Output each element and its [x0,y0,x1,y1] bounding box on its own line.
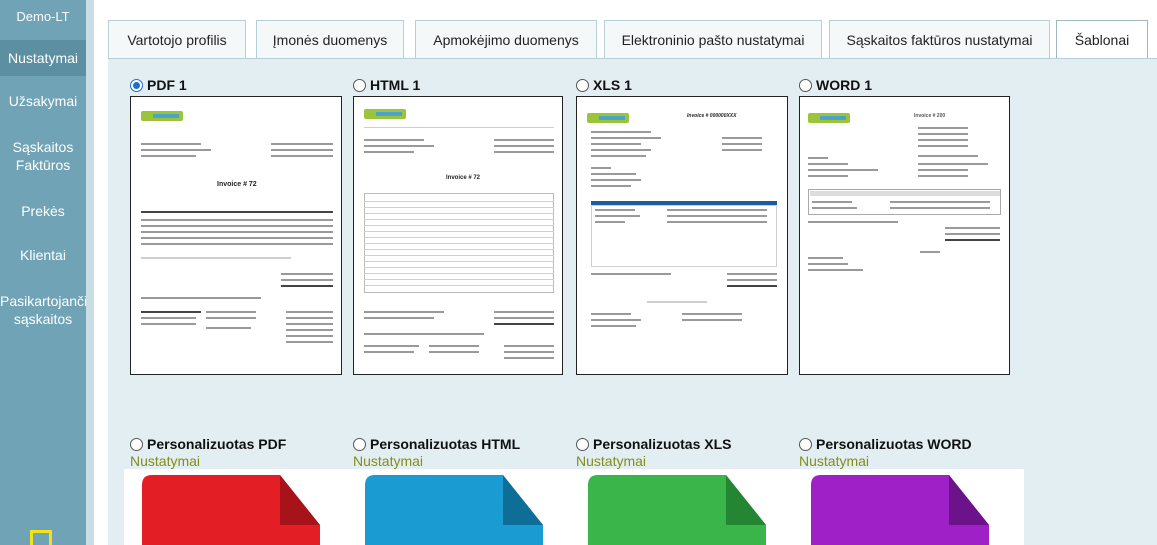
sidebar-item-recurring[interactable]: Pasikartojanči sąskaitos [0,292,86,328]
inv24-logo [587,113,629,123]
sidebar-item-invoices[interactable]: Sąskaitos Faktūros [0,138,86,174]
inv24-logo [141,111,183,121]
custom-preview-html[interactable] [353,473,543,545]
sidebar-item-clients[interactable]: Klientai [0,246,86,264]
sidebar-item-settings[interactable]: Nustatymai [0,40,86,76]
custom-settings-link-html[interactable]: Nustatymai [353,453,423,469]
file-xls-icon [588,475,766,545]
template-preview-html[interactable]: Invoice # 72 [353,96,563,375]
tab-company-data[interactable]: Įmonės duomenys [256,20,404,58]
custom-option-xls: Personalizuotas XLS [576,435,731,453]
template-radio-word[interactable] [799,78,812,92]
sidebar-divider [86,0,94,545]
template-preview-word[interactable]: Invoice # 200 [799,96,1010,375]
custom-settings-link-xls[interactable]: Nustatymai [576,453,646,469]
tab-email-settings[interactable]: Elektroninio pašto nustatymai [604,20,822,58]
file-html-icon [365,475,543,545]
template-label-html: HTML 1 [370,77,421,93]
custom-preview-pdf[interactable] [130,473,320,545]
template-preview-pdf[interactable]: Invoice # 72 [130,96,342,375]
template-radio-html[interactable] [353,78,366,92]
sidebar-brand[interactable]: Demo-LT [0,0,86,30]
inv24-logo [808,113,850,123]
template-option-word: WORD 1 Invoice # 200 [799,76,1010,375]
templates-panel: PDF 1 Invoice # 72 HTML 1 Invoice # 72 X… [108,59,1157,545]
custom-settings-link-pdf[interactable]: Nustatymai [130,453,200,469]
custom-option-pdf: Personalizuotas PDF [130,435,286,453]
template-option-xls: XLS 1 Invoice # 000000XXX [576,76,788,375]
custom-settings-link-word[interactable]: Nustatymai [799,453,869,469]
custom-option-word: Personalizuotas WORD [799,435,972,453]
invoice-title: Invoice # 000000XXX [687,113,737,119]
tab-invoice-settings[interactable]: Sąskaitos faktūros nustatymai [829,20,1050,58]
sidebar-item-products[interactable]: Prekės [0,202,86,220]
file-word-icon [811,475,989,545]
app-window: Demo-LT Nustatymai Užsakymai Sąskaitos F… [0,0,1157,545]
custom-radio-pdf[interactable] [130,437,143,451]
sidebar-item-invoices-label: Sąskaitos Faktūros [12,139,74,173]
template-radio-pdf[interactable] [130,78,143,92]
main-content: Vartotojo profilis Įmonės duomenys Apmok… [94,0,1157,545]
sidebar: Demo-LT Nustatymai Užsakymai Sąskaitos F… [0,0,86,545]
invoice-title: Invoice # 72 [217,181,257,188]
file-pdf-icon [142,475,320,545]
tab-payment-data[interactable]: Apmokėjimo duomenys [415,20,597,58]
invoice-title: Invoice # 200 [914,113,946,119]
custom-label-xls: Personalizuotas XLS [593,436,732,452]
inv24-logo [364,109,406,119]
logout-icon[interactable] [30,530,52,545]
custom-preview-word[interactable] [799,473,989,545]
custom-label-pdf: Personalizuotas PDF [147,436,287,452]
template-label-xls: XLS 1 [593,77,632,93]
custom-option-html: Personalizuotas HTML [353,435,520,453]
sidebar-item-recurring-label: Pasikartojanči sąskaitos [0,293,86,327]
sidebar-item-orders[interactable]: Užsakymai [0,92,86,110]
template-radio-xls[interactable] [576,78,589,92]
template-label-pdf: PDF 1 [147,77,187,93]
template-option-html: HTML 1 Invoice # 72 [353,76,563,375]
custom-radio-word[interactable] [799,437,812,451]
custom-radio-html[interactable] [353,437,366,451]
custom-preview-xls[interactable] [576,473,766,545]
template-label-word: WORD 1 [816,77,872,93]
custom-radio-xls[interactable] [576,437,589,451]
custom-label-html: Personalizuotas HTML [370,436,521,452]
tab-user-profile[interactable]: Vartotojo profilis [108,20,246,58]
invoice-title: Invoice # 72 [446,175,481,181]
custom-label-word: Personalizuotas WORD [816,436,972,452]
tab-templates[interactable]: Šablonai [1056,20,1148,60]
template-option-pdf: PDF 1 Invoice # 72 [130,76,342,375]
template-preview-xls[interactable]: Invoice # 000000XXX [576,96,788,375]
